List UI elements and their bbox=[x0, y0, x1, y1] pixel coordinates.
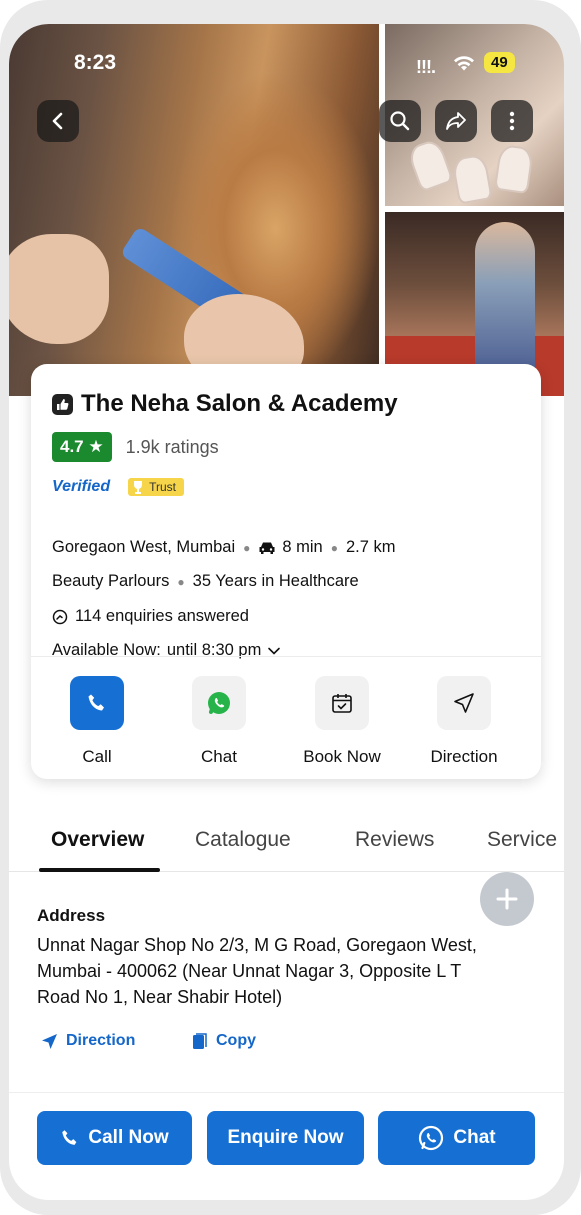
battery-indicator: 49 bbox=[484, 52, 515, 73]
screen: 8:23 !!!. 49 The Neha Salon & Academy 4.… bbox=[9, 24, 564, 1200]
phone-frame: 8:23 !!!. 49 The Neha Salon & Academy 4.… bbox=[0, 0, 581, 1215]
call-now-button[interactable]: Call Now bbox=[37, 1111, 192, 1165]
chevron-down-icon bbox=[268, 647, 281, 655]
badges-row: Verified Trust bbox=[52, 478, 184, 496]
share-button[interactable] bbox=[435, 100, 477, 142]
divider bbox=[9, 1092, 564, 1093]
tab-overview[interactable]: Overview bbox=[51, 828, 144, 852]
location-text: Goregaon West, Mumbai bbox=[52, 538, 236, 556]
chevron-left-icon bbox=[52, 112, 63, 130]
call-action[interactable]: Call bbox=[42, 676, 152, 767]
more-vertical-icon bbox=[509, 111, 515, 131]
wifi-icon bbox=[454, 56, 474, 71]
tab-reviews[interactable]: Reviews bbox=[355, 828, 434, 852]
category: Beauty Parlours bbox=[52, 572, 170, 590]
call-now-label: Call Now bbox=[88, 1127, 169, 1148]
experience: 35 Years in Healthcare bbox=[192, 572, 359, 590]
navigation-arrow-icon bbox=[437, 676, 491, 730]
signal-icon: !!!. bbox=[416, 57, 436, 77]
divider bbox=[31, 656, 541, 657]
business-info-card: The Neha Salon & Academy 4.7 ★ 1.9k rati… bbox=[31, 364, 541, 779]
separator-dot: ● bbox=[243, 540, 251, 555]
address-copy-link[interactable]: Copy bbox=[192, 1032, 256, 1050]
address-direction-label: Direction bbox=[66, 1032, 136, 1049]
copy-icon bbox=[193, 1032, 207, 1049]
whatsapp-icon bbox=[192, 676, 246, 730]
trust-label: Trust bbox=[149, 480, 176, 494]
active-tab-indicator bbox=[39, 868, 160, 872]
address-text: Unnat Nagar Shop No 2/3, M G Road, Goreg… bbox=[37, 935, 477, 1007]
photo-nail bbox=[451, 153, 493, 205]
calendar-check-icon bbox=[315, 676, 369, 730]
availability-label: Available Now: bbox=[52, 641, 161, 659]
plus-icon bbox=[496, 888, 518, 910]
tab-service[interactable]: Service bbox=[487, 828, 557, 852]
availability-line[interactable]: Available Now: until 8:30 pm bbox=[52, 641, 281, 660]
navigation-arrow-icon bbox=[42, 1033, 57, 1049]
trust-badge: Trust bbox=[128, 478, 184, 496]
chat-action[interactable]: Chat bbox=[164, 676, 274, 767]
address-heading: Address bbox=[37, 906, 106, 925]
category-line: Beauty Parlours ● 35 Years in Healthcare bbox=[52, 572, 359, 591]
business-name: The Neha Salon & Academy bbox=[81, 390, 398, 417]
verified-badge: Verified bbox=[52, 478, 111, 495]
book-now-action[interactable]: Book Now bbox=[287, 676, 397, 767]
add-button[interactable] bbox=[480, 872, 534, 926]
title-row: The Neha Salon & Academy bbox=[52, 390, 398, 418]
whatsapp-icon bbox=[419, 1125, 444, 1151]
status-time: 8:23 bbox=[74, 51, 117, 74]
trophy-icon bbox=[134, 481, 143, 494]
share-icon bbox=[446, 112, 466, 130]
tab-bar: Overview Catalogue Reviews Service bbox=[9, 804, 564, 872]
availability-value: until 8:30 pm bbox=[166, 641, 262, 659]
search-button[interactable] bbox=[379, 100, 421, 142]
rating-badge: 4.7 ★ bbox=[52, 432, 112, 462]
call-action-label: Call bbox=[82, 747, 112, 766]
back-button[interactable] bbox=[37, 100, 79, 142]
enquire-now-button[interactable]: Enquire Now bbox=[207, 1111, 364, 1165]
drive-time: 8 min bbox=[282, 538, 323, 556]
location-line: Goregaon West, Mumbai ● 8 min ● 2.7 km bbox=[52, 538, 396, 557]
gallery-photo-main[interactable] bbox=[9, 24, 379, 396]
thumbs-up-icon bbox=[52, 393, 73, 415]
separator-dot: ● bbox=[330, 540, 338, 555]
car-icon bbox=[259, 542, 275, 554]
photo-nail bbox=[493, 143, 535, 195]
book-now-action-label: Book Now bbox=[303, 747, 381, 766]
more-options-button[interactable] bbox=[491, 100, 533, 142]
enquiries-line: 114 enquiries answered bbox=[52, 607, 249, 626]
ratings-count[interactable]: 1.9k ratings bbox=[126, 437, 219, 458]
speed-gauge-icon bbox=[52, 609, 68, 624]
rating-row[interactable]: 4.7 ★ 1.9k ratings bbox=[52, 432, 219, 462]
distance: 2.7 km bbox=[345, 538, 396, 556]
enquire-now-label: Enquire Now bbox=[227, 1127, 344, 1148]
direction-action-label: Direction bbox=[430, 747, 498, 766]
address-direction-link[interactable]: Direction bbox=[41, 1032, 135, 1050]
photo-nail bbox=[406, 137, 454, 193]
chat-button[interactable]: Chat bbox=[378, 1111, 535, 1165]
direction-action[interactable]: Direction bbox=[409, 676, 519, 767]
phone-icon bbox=[62, 1130, 77, 1145]
chat-label: Chat bbox=[453, 1127, 496, 1148]
search-icon bbox=[390, 111, 410, 131]
tab-catalogue[interactable]: Catalogue bbox=[195, 828, 291, 852]
phone-icon bbox=[70, 676, 124, 730]
chat-action-label: Chat bbox=[201, 747, 237, 766]
address-copy-label: Copy bbox=[216, 1032, 256, 1049]
enquiries-text: 114 enquiries answered bbox=[75, 607, 249, 625]
photo-hand bbox=[9, 234, 109, 344]
separator-dot: ● bbox=[177, 574, 185, 589]
photo-gallery[interactable] bbox=[9, 24, 564, 396]
